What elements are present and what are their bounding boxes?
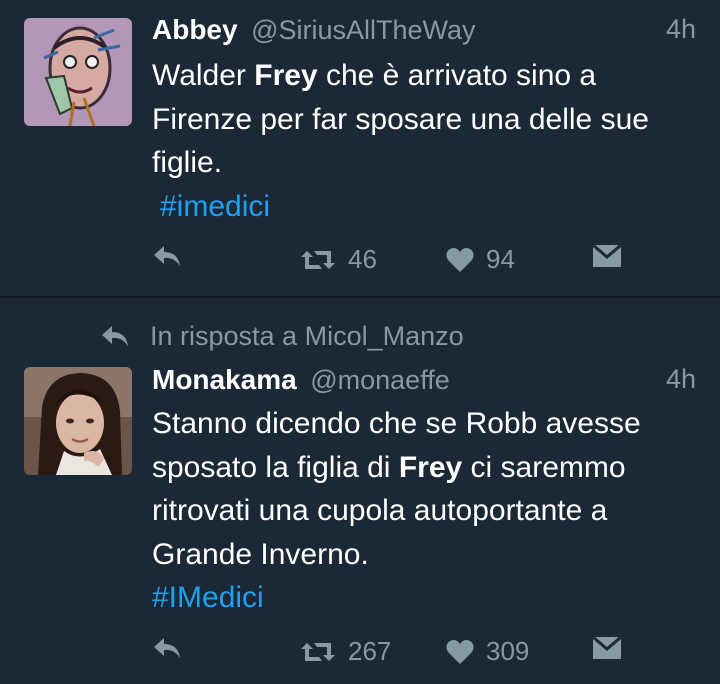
avatar[interactable] (24, 18, 132, 126)
tweet-header: Monakama @monaeffe 4h (152, 364, 696, 400)
hashtag-link[interactable]: #IMedici (152, 581, 264, 614)
text-part-bold: Frey (398, 450, 463, 484)
text-part-bold: Frey (254, 59, 318, 92)
heart-icon (446, 639, 474, 664)
timestamp[interactable]: 4h (666, 364, 696, 395)
direct-message-button[interactable] (592, 636, 622, 660)
like-count: 309 (486, 636, 530, 666)
direct-message-icon (592, 636, 622, 659)
woman-photo-avatar-icon (24, 367, 132, 475)
hashtag-link[interactable]: #imedici (160, 190, 270, 223)
heart-icon (446, 247, 474, 272)
reply-button[interactable] (152, 244, 182, 268)
timestamp[interactable]: 4h (666, 14, 696, 45)
display-name[interactable]: Monakama (152, 364, 297, 395)
sketched-face-avatar-icon (24, 18, 132, 126)
tweet-actions: 267 309 (152, 636, 632, 672)
tweet-header: Abbey @SiriusAllTheWay 4h (152, 14, 696, 50)
tweet[interactable]: Abbey @SiriusAllTheWay 4h Walder Frey ch… (0, 0, 720, 296)
display-name[interactable]: Abbey (152, 14, 238, 45)
like-button[interactable]: 94 (446, 244, 515, 275)
timeline-feed: Abbey @SiriusAllTheWay 4h Walder Frey ch… (0, 0, 720, 684)
retweet-count: 267 (348, 636, 392, 666)
reply-icon (154, 246, 180, 266)
retweet-count: 46 (348, 244, 377, 274)
tweet-text: Stanno dicendo che se Robb avesse sposat… (152, 402, 700, 620)
user-handle[interactable]: @monaeffe (310, 365, 450, 395)
user-handle[interactable]: @SiriusAllTheWay (251, 15, 475, 45)
text-part: Walder (152, 59, 255, 92)
reply-button[interactable] (152, 636, 182, 660)
tweet[interactable]: Monakama @monaeffe 4h Stanno dicendo che… (0, 298, 720, 684)
retweet-button[interactable]: 267 (300, 636, 391, 667)
tweet-text: Walder Frey che è arrivato sino a Firenz… (152, 54, 700, 228)
avatar[interactable] (24, 367, 132, 475)
direct-message-button[interactable] (592, 244, 622, 268)
direct-message-icon (592, 244, 622, 267)
retweet-icon (301, 642, 335, 661)
retweet-button[interactable]: 46 (300, 244, 377, 275)
retweet-icon (301, 250, 335, 269)
like-button[interactable]: 309 (446, 636, 529, 667)
reply-icon (154, 638, 180, 658)
tweet-actions: 46 94 (152, 244, 632, 280)
like-count: 94 (486, 244, 515, 274)
